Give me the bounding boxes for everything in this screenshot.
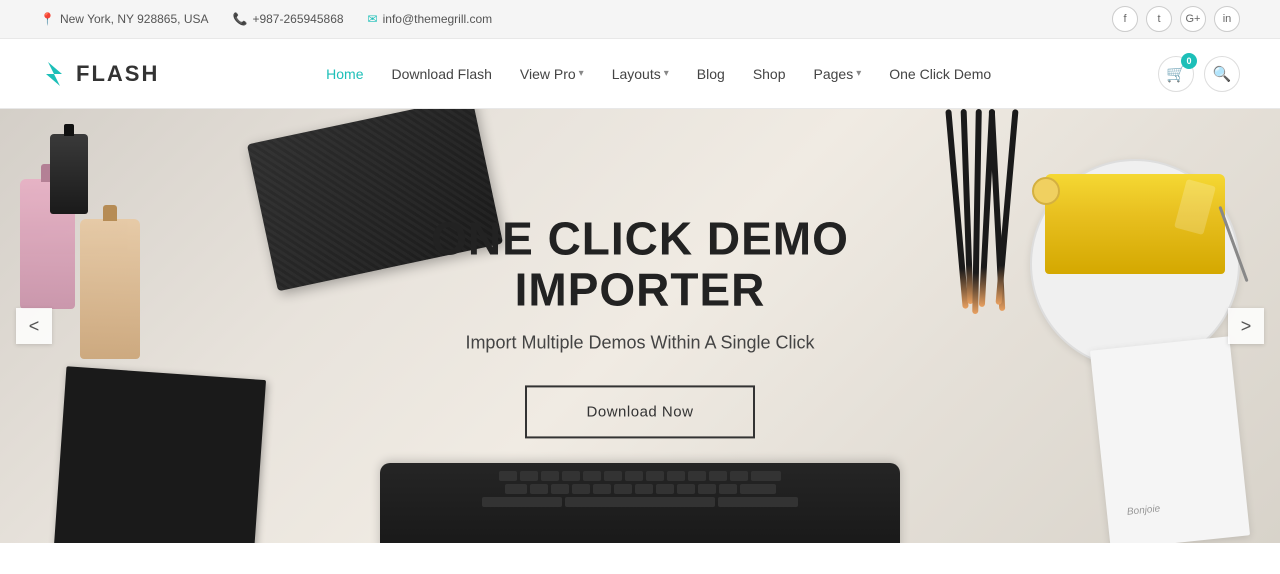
main-nav: Home Download Flash View Pro ▾ Layouts ▾… xyxy=(326,66,991,82)
nav-pages[interactable]: Pages ▾ xyxy=(814,66,862,82)
hero-title: ONE CLICK DEMO IMPORTER xyxy=(320,213,960,314)
nav-layouts[interactable]: Layouts ▾ xyxy=(612,66,669,82)
location-icon: 📍 xyxy=(40,12,55,26)
logo-text: FLASH xyxy=(76,61,159,87)
phone-text: +987-265945868 xyxy=(252,12,343,26)
slider-prev-button[interactable]: < xyxy=(16,308,52,344)
next-arrow-icon: > xyxy=(1241,316,1252,337)
nav-shop[interactable]: Shop xyxy=(753,66,786,82)
prev-arrow-icon: < xyxy=(29,316,40,337)
pages-chevron: ▾ xyxy=(856,68,861,79)
twitter-icon[interactable]: t xyxy=(1146,6,1172,32)
nav-one-click-demo[interactable]: One Click Demo xyxy=(889,66,991,82)
slider-next-button[interactable]: > xyxy=(1228,308,1264,344)
header: FLASH Home Download Flash View Pro ▾ Lay… xyxy=(0,39,1280,109)
layouts-chevron: ▾ xyxy=(664,68,669,79)
nav-download-flash[interactable]: Download Flash xyxy=(392,66,492,82)
logo[interactable]: FLASH xyxy=(40,60,159,88)
email-text: info@themegrill.com xyxy=(383,12,493,26)
nav-home[interactable]: Home xyxy=(326,66,363,82)
hero-content: ONE CLICK DEMO IMPORTER Import Multiple … xyxy=(320,213,960,438)
phone-item: 📞 +987-265945868 xyxy=(233,12,344,26)
search-button[interactable]: 🔍 xyxy=(1204,56,1240,92)
search-icon: 🔍 xyxy=(1213,65,1232,83)
cart-button[interactable]: 🛒 0 xyxy=(1158,56,1194,92)
address-item: 📍 New York, NY 928865, USA xyxy=(40,12,209,26)
top-bar: 📍 New York, NY 928865, USA 📞 +987-265945… xyxy=(0,0,1280,39)
facebook-icon[interactable]: f xyxy=(1112,6,1138,32)
hero-subtitle: Import Multiple Demos Within A Single Cl… xyxy=(320,333,960,354)
social-links: f t G+ in xyxy=(1112,6,1240,32)
email-item: ✉ info@themegrill.com xyxy=(368,12,493,26)
header-actions: 🛒 0 🔍 xyxy=(1158,56,1240,92)
googleplus-icon[interactable]: G+ xyxy=(1180,6,1206,32)
hero-section: Bonjoie ONE CLICK DEMO IMPORTER Import M… xyxy=(0,109,1280,543)
email-icon: ✉ xyxy=(368,12,378,26)
nav-view-pro[interactable]: View Pro ▾ xyxy=(520,66,584,82)
logo-icon xyxy=(40,60,68,88)
nav-blog[interactable]: Blog xyxy=(697,66,725,82)
hero-cta-button[interactable]: Download Now xyxy=(525,386,756,439)
top-bar-left: 📍 New York, NY 928865, USA 📞 +987-265945… xyxy=(40,12,492,26)
address-text: New York, NY 928865, USA xyxy=(60,12,209,26)
view-pro-chevron: ▾ xyxy=(579,68,584,79)
cart-badge: 0 xyxy=(1181,53,1197,69)
phone-icon: 📞 xyxy=(233,12,248,26)
linkedin-icon[interactable]: in xyxy=(1214,6,1240,32)
